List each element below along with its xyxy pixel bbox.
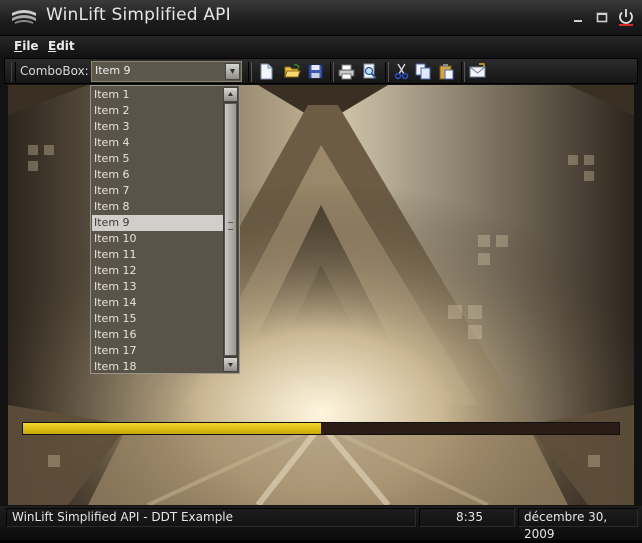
dropdown-scrollbar[interactable]	[223, 87, 238, 372]
toolbar-separator	[248, 62, 252, 82]
menu-file-label: ile	[22, 39, 39, 53]
open-folder-icon[interactable]	[284, 63, 301, 80]
scroll-down-button[interactable]	[223, 357, 238, 372]
new-document-icon[interactable]	[258, 63, 275, 80]
status-bar: WinLift Simplified API - DDT Example 8:3…	[0, 506, 642, 541]
chevron-down-icon	[230, 69, 235, 74]
close-button[interactable]	[617, 7, 635, 27]
chevron-down-icon	[228, 363, 233, 367]
maximize-icon	[596, 12, 608, 23]
combo-box[interactable]: Item 9	[91, 61, 242, 82]
status-time: 8:35	[456, 510, 483, 524]
minimize-icon	[574, 20, 582, 22]
dropdown-item[interactable]: Item 18	[92, 359, 223, 375]
dropdown-item[interactable]: Item 17	[92, 343, 223, 359]
progress-bar	[22, 422, 620, 435]
menu-edit-mnemonic: E	[48, 39, 57, 53]
chevron-up-icon	[228, 92, 233, 96]
menu-edit-label: dit	[56, 39, 75, 53]
dropdown-item[interactable]: Item 12	[92, 263, 223, 279]
menu-edit[interactable]: Edit	[48, 39, 75, 53]
dropdown-item[interactable]: Item 9	[92, 215, 223, 231]
dropdown-item[interactable]: Item 13	[92, 279, 223, 295]
cut-icon[interactable]	[393, 63, 410, 80]
status-panel-time: 8:35	[419, 508, 515, 527]
status-date: décembre 30, 2009	[524, 510, 608, 541]
paste-icon[interactable]	[438, 63, 455, 80]
dropdown-item[interactable]: Item 2	[92, 103, 223, 119]
minimize-button[interactable]	[571, 10, 585, 24]
scroll-thumb[interactable]	[224, 103, 237, 356]
title-bar[interactable]: WinLift Simplified API	[0, 0, 642, 36]
menu-file-mnemonic: F	[14, 39, 23, 53]
mail-icon[interactable]	[469, 63, 486, 80]
combo-value: Item 9	[95, 64, 131, 77]
dropdown-item[interactable]: Item 8	[92, 199, 223, 215]
dropdown-item[interactable]: Item 14	[92, 295, 223, 311]
status-panel-text: WinLift Simplified API - DDT Example	[6, 508, 416, 527]
toolbar-separator	[330, 62, 334, 82]
status-panel-date: décembre 30, 2009	[518, 508, 638, 541]
dropdown-item[interactable]: Item 6	[92, 167, 223, 183]
copy-icon[interactable]	[415, 63, 432, 80]
menu-file[interactable]: File	[14, 39, 39, 53]
combo-dropdown-button[interactable]	[225, 63, 240, 80]
toolbar-separator	[385, 62, 389, 82]
main-window: WinLift Simplified API File Edit ComboBo…	[0, 0, 642, 541]
dropdown-item[interactable]: Item 16	[92, 327, 223, 343]
dropdown-item[interactable]: Item 10	[92, 231, 223, 247]
combo-label: ComboBox:	[20, 64, 89, 78]
dropdown-item[interactable]: Item 7	[92, 183, 223, 199]
dropdown-item[interactable]: Item 5	[92, 151, 223, 167]
menu-bar: File Edit	[0, 36, 642, 57]
maximize-button[interactable]	[595, 10, 609, 24]
toolbar-separator	[461, 62, 465, 82]
toolbar: ComboBox: Item 9	[4, 58, 638, 84]
winlift-logo-icon	[12, 10, 36, 24]
dropdown-item[interactable]: Item 15	[92, 311, 223, 327]
progress-fill	[23, 423, 321, 434]
dropdown-item[interactable]: Item 1	[92, 87, 223, 103]
window-title: WinLift Simplified API	[46, 5, 231, 25]
print-preview-icon[interactable]	[361, 63, 378, 80]
power-icon	[619, 9, 633, 26]
status-text: WinLift Simplified API - DDT Example	[12, 510, 234, 524]
dropdown-item[interactable]: Item 11	[92, 247, 223, 263]
print-icon[interactable]	[338, 63, 355, 80]
toolbar-grip[interactable]	[11, 62, 16, 82]
scroll-up-button[interactable]	[223, 87, 238, 102]
scroll-thumb-grip	[228, 222, 233, 230]
save-icon[interactable]	[307, 63, 324, 80]
combo-dropdown-list[interactable]: Item 1 Item 2 Item 3 Item 4 Item 5 Item 6 Item…	[90, 85, 240, 374]
dropdown-item[interactable]: Item 4	[92, 135, 223, 151]
dropdown-item[interactable]: Item 3	[92, 119, 223, 135]
